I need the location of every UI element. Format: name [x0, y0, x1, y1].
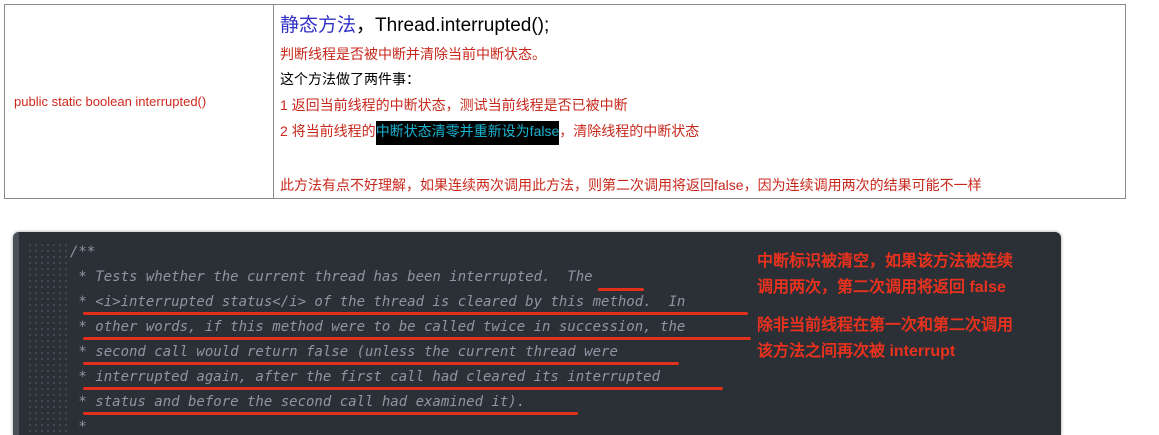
line4-suffix: ，清除线程的中断状态: [559, 123, 700, 139]
panel-edge: [13, 232, 19, 435]
description-line-1: 判断线程是否被中断并清除当前中断状态。: [280, 46, 546, 62]
highlighted-text: 中断状态清零并重新设为false: [375, 121, 560, 145]
note-line: 中断标识被清空，如果该方法被连续: [757, 253, 1014, 270]
red-underline: [83, 362, 679, 365]
code-line: * interrupted again, after the first cal…: [70, 369, 661, 385]
note-line: 该方法之间再次被 interrupt: [757, 343, 956, 360]
note-line: 调用两次，第二次调用将返回 false: [757, 279, 1006, 296]
annotation-note-1: 中断标识被清空，如果该方法被连续 调用两次，第二次调用将返回 false: [757, 249, 1013, 301]
code-line: * Tests whether the current thread has b…: [70, 269, 593, 285]
line4-prefix: 2 将当前线程的: [280, 123, 376, 139]
description-line-5: 此方法有点不好理解，如果连续两次调用此方法，则第二次调用将返回false，因为连…: [280, 177, 982, 193]
code-gutter: [27, 242, 67, 432]
description-line-4: 2 将当前线程的中断状态清零并重新设为false，清除线程的中断状态: [280, 121, 700, 145]
signature-cell: public static boolean interrupted(): [4, 4, 274, 199]
method-signature: public static boolean interrupted(): [14, 94, 207, 109]
static-method-label: 静态方法: [280, 15, 357, 36]
description-line-2: 这个方法做了两件事：: [280, 71, 420, 87]
description-title: 静态方法，Thread.interrupted();: [280, 10, 549, 37]
code-line: /**: [70, 244, 96, 260]
annotation-note-2: 除非当前线程在第一次和第二次调用 该方法之间再次被 interrupt: [757, 313, 1013, 365]
description-line-3: 1 返回当前线程的中断状态，测试当前线程是否已被中断: [280, 97, 628, 113]
method-doc-table: public static boolean interrupted() 静态方法…: [4, 4, 1126, 199]
code-screenshot: /** * Tests whether the current thread h…: [13, 232, 1061, 435]
red-underline: [598, 288, 644, 291]
red-underline: [83, 412, 578, 415]
code-line: * status and before the second call had …: [70, 394, 526, 410]
code-line: * other words, if this method were to be…: [70, 319, 686, 335]
call-expression: Thread.interrupted();: [375, 15, 550, 36]
note-line: 除非当前线程在第一次和第二次调用: [757, 317, 1014, 334]
table-row: public static boolean interrupted() 静态方法…: [4, 4, 1126, 199]
code-line: * <i>interrupted status</i> of the threa…: [70, 294, 686, 310]
code-line: *: [70, 419, 87, 435]
description-cell: 静态方法，Thread.interrupted(); 判断线程是否被中断并清除当…: [273, 4, 1126, 199]
red-underline: [83, 337, 751, 340]
code-line: * second call would return false (unless…: [70, 344, 618, 360]
red-underline: [83, 312, 748, 315]
title-separator: ，: [356, 15, 376, 36]
red-underline: [83, 387, 723, 390]
